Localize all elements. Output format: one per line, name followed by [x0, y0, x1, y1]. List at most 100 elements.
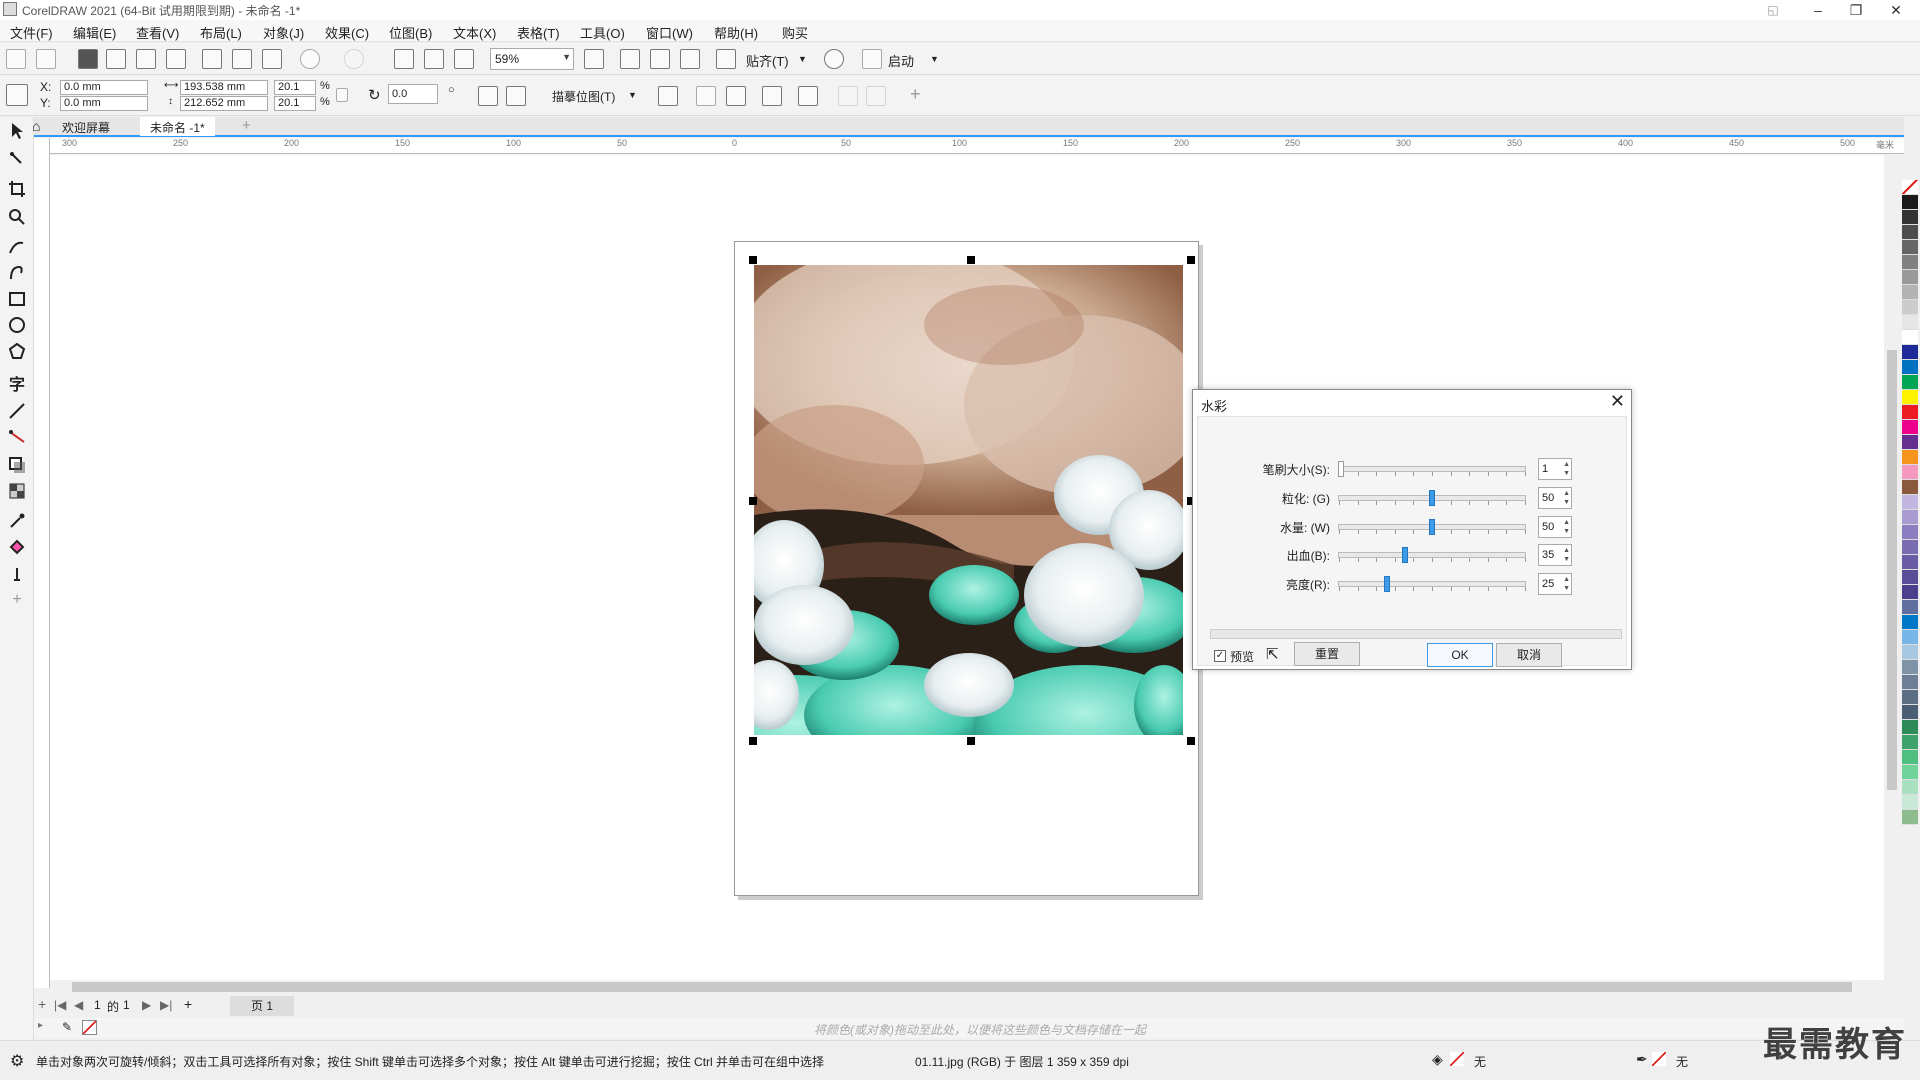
color-swatch[interactable]	[1902, 525, 1918, 540]
slider-track[interactable]	[1338, 576, 1526, 592]
cut-icon[interactable]	[202, 49, 222, 69]
rotation-field[interactable]: 0.0	[388, 84, 438, 104]
scroll-thumb[interactable]	[72, 982, 1852, 992]
menu-layout[interactable]: 布局(L)	[200, 23, 242, 42]
resample-icon[interactable]	[696, 86, 716, 106]
pick-tool-icon[interactable]	[7, 121, 27, 141]
mirror-vertical-icon[interactable]	[506, 86, 526, 106]
dynamic-guides-icon[interactable]	[716, 49, 736, 69]
scale-y-field[interactable]: 20.1	[274, 96, 316, 111]
menu-buy[interactable]: 购买	[782, 23, 808, 42]
scroll-thumb[interactable]	[1887, 350, 1897, 790]
color-swatch[interactable]	[1902, 600, 1918, 615]
guidelines-icon[interactable]	[680, 49, 700, 69]
color-swatch[interactable]	[1902, 780, 1918, 795]
print-icon[interactable]	[166, 49, 186, 69]
color-swatch[interactable]	[1902, 660, 1918, 675]
fill-swatch[interactable]	[1450, 1052, 1464, 1066]
ellipse-tool-icon[interactable]	[7, 315, 27, 335]
prev-page-icon[interactable]: ◀	[74, 998, 83, 1012]
restore-button[interactable]: ❐	[1838, 0, 1874, 20]
color-swatch[interactable]	[1902, 555, 1918, 570]
menu-edit[interactable]: 编辑(E)	[73, 23, 116, 42]
settings-gear-icon[interactable]: ⚙	[10, 1051, 24, 1071]
launch-icon[interactable]	[862, 49, 882, 69]
color-swatch[interactable]	[1902, 225, 1918, 240]
color-swatch[interactable]	[1902, 435, 1918, 450]
crop-tool-icon[interactable]	[7, 179, 27, 199]
external-preview-icon[interactable]: ⇱	[1266, 645, 1279, 663]
slider-track[interactable]	[1338, 490, 1526, 506]
color-swatch[interactable]	[1902, 315, 1918, 330]
color-swatch[interactable]	[1902, 810, 1918, 825]
color-swatch[interactable]	[1902, 375, 1918, 390]
options-gear-icon[interactable]	[824, 49, 844, 69]
page-tab[interactable]: 页 1	[230, 996, 294, 1016]
spinner-arrows-icon[interactable]: ▲ ▼	[1563, 575, 1570, 593]
eyedropper-icon[interactable]: ✎	[62, 1020, 72, 1034]
slider-value-field[interactable]: 35 ▲ ▼	[1538, 544, 1572, 566]
spinner-arrows-icon[interactable]: ▲ ▼	[1563, 489, 1570, 507]
no-color-swatch[interactable]	[1902, 180, 1918, 195]
bitmap-image[interactable]	[754, 265, 1183, 735]
freehand-tool-icon[interactable]	[7, 237, 27, 257]
close-window-button[interactable]: ✕	[1878, 0, 1914, 20]
color-swatch[interactable]	[1902, 330, 1918, 345]
color-swatch[interactable]	[1902, 720, 1918, 735]
outline-swatch[interactable]	[1652, 1052, 1666, 1066]
undo-icon[interactable]	[300, 49, 320, 69]
reset-button[interactable]: 重置	[1294, 642, 1360, 666]
slider-value-field[interactable]: 1 ▲ ▼	[1538, 458, 1572, 480]
add-tool-icon[interactable]: +	[7, 591, 27, 611]
object-origin-icon[interactable]	[6, 84, 28, 106]
color-swatch[interactable]	[1902, 270, 1918, 285]
color-swatch[interactable]	[1902, 585, 1918, 600]
x-position-field[interactable]: 0.0 mm	[60, 80, 148, 95]
eyedropper-icon[interactable]	[7, 511, 27, 531]
cancel-button[interactable]: 取消	[1496, 643, 1562, 667]
connector-tool-icon[interactable]	[7, 427, 27, 447]
shape-tool-icon[interactable]	[7, 149, 27, 169]
menu-object[interactable]: 对象(J)	[263, 23, 304, 42]
color-swatch[interactable]	[1902, 765, 1918, 780]
smart-fill-icon[interactable]	[7, 565, 27, 585]
export-icon[interactable]	[424, 49, 444, 69]
color-swatch[interactable]	[1902, 450, 1918, 465]
color-swatch[interactable]	[1902, 240, 1918, 255]
redo-icon[interactable]	[344, 49, 364, 69]
slider-value-field[interactable]: 50 ▲ ▼	[1538, 516, 1572, 538]
cloud-upload-icon[interactable]	[136, 49, 156, 69]
color-swatch[interactable]	[1902, 300, 1918, 315]
save-icon[interactable]	[78, 49, 98, 69]
polygon-tool-icon[interactable]	[7, 341, 27, 361]
artistic-media-icon[interactable]	[7, 263, 27, 283]
color-swatch[interactable]	[1902, 645, 1918, 660]
rulers-icon[interactable]	[620, 49, 640, 69]
selection-handle[interactable]	[967, 737, 975, 745]
new-document-icon[interactable]	[6, 49, 26, 69]
minimize-button[interactable]: –	[1800, 0, 1836, 20]
snap-to-button[interactable]: 贴齐(T)	[746, 51, 789, 70]
color-swatch[interactable]	[1902, 615, 1918, 630]
to-front-icon[interactable]	[838, 86, 858, 106]
wrap-text-icon[interactable]	[798, 86, 818, 106]
last-page-icon[interactable]: ▶|	[160, 998, 172, 1012]
window-help-icon[interactable]: ◱	[1755, 0, 1791, 20]
zoom-tool-icon[interactable]	[7, 207, 27, 227]
zoom-combo[interactable]: 59% ▼	[490, 48, 574, 70]
dialog-close-icon[interactable]: ✕	[1610, 391, 1625, 412]
selection-handle[interactable]	[1187, 737, 1195, 745]
color-swatch[interactable]	[1902, 570, 1918, 585]
crop-bitmap-icon[interactable]	[658, 86, 678, 106]
color-swatch[interactable]	[1902, 795, 1918, 810]
home-icon[interactable]: ⌂	[32, 118, 40, 134]
no-color-swatch[interactable]	[82, 1020, 97, 1035]
copy-icon[interactable]	[232, 49, 252, 69]
height-field[interactable]: 212.652 mm	[180, 96, 268, 111]
tab-welcome[interactable]: 欢迎屏幕	[52, 117, 120, 136]
snap-dropdown-icon[interactable]: ▼	[798, 54, 807, 64]
slider-value-field[interactable]: 25 ▲ ▼	[1538, 573, 1572, 595]
full-screen-icon[interactable]	[584, 49, 604, 69]
scale-x-field[interactable]: 20.1	[274, 80, 316, 95]
color-swatch[interactable]	[1902, 705, 1918, 720]
